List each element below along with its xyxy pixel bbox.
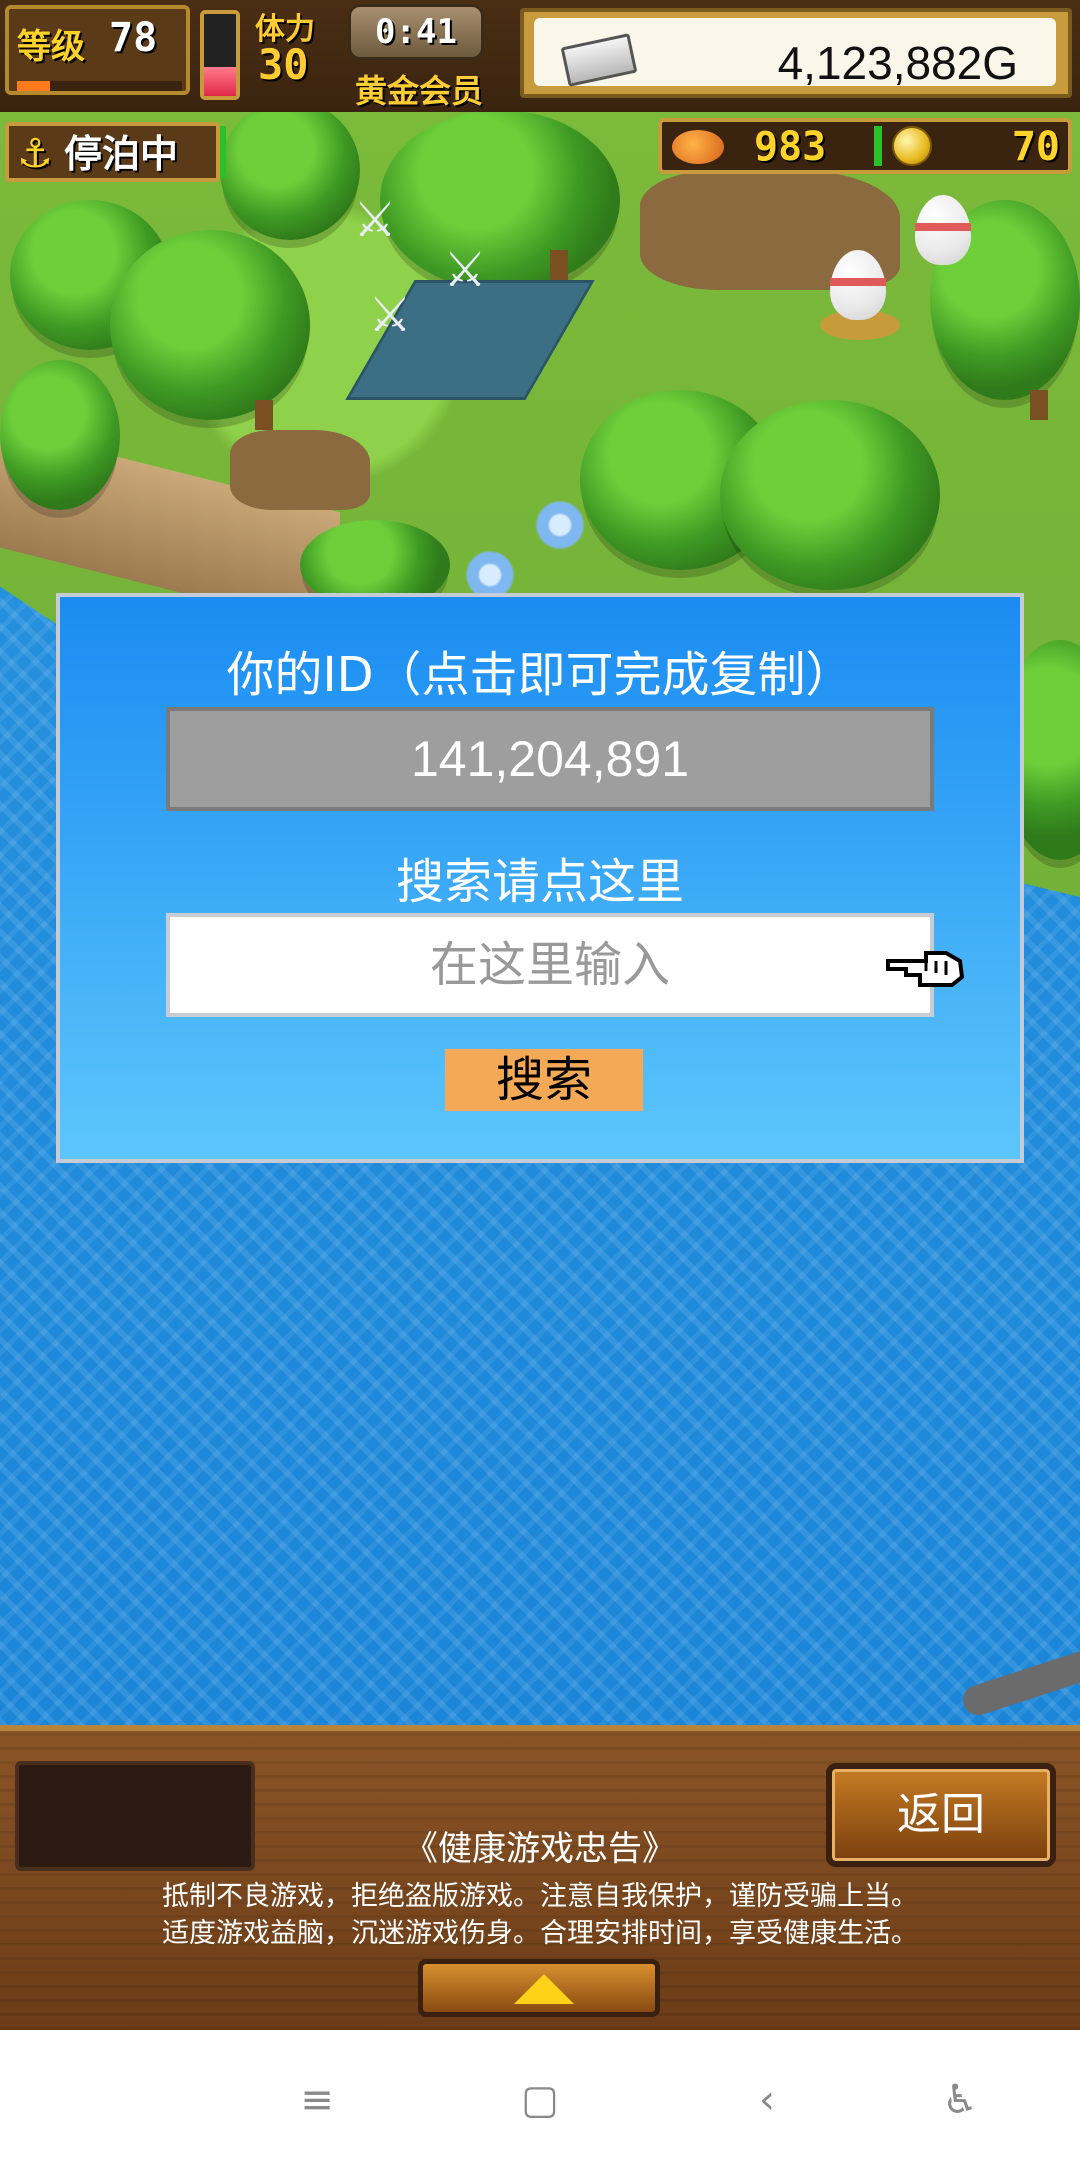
menu-icon[interactable]: ≡ xyxy=(287,2070,347,2130)
silver-bar-icon xyxy=(560,33,638,87)
system-navigation-bar: ≡ ▢ ‹ ♿ xyxy=(0,2030,1080,2160)
level-progress-fill xyxy=(17,81,50,91)
blue-flower xyxy=(525,490,595,560)
stamina-value: 30 xyxy=(258,40,309,89)
membership-badge[interactable]: 黄金会员 xyxy=(355,66,483,112)
coin-count: 70 xyxy=(1011,124,1060,170)
tree xyxy=(0,360,120,510)
level-label: 等级 xyxy=(17,27,85,67)
health-advice-line: 适度游戏益脑，沉迷游戏伤身。合理安排时间，享受健康生活。 xyxy=(162,1918,918,1949)
home-icon[interactable]: ▢ xyxy=(510,2070,570,2130)
resource-separator xyxy=(874,126,882,166)
gold-panel-inner: 4,123,882G xyxy=(534,18,1056,89)
health-advice-title: 《健康游戏忠告》 xyxy=(404,1829,676,1869)
level-panel: 等级 78 xyxy=(5,5,190,95)
tree-trunk xyxy=(255,400,273,430)
medal-coin-icon xyxy=(892,126,932,166)
accessibility-icon[interactable]: ♿ xyxy=(930,2070,990,2130)
tree-trunk xyxy=(1030,390,1048,420)
anchor-icon: ⚓ xyxy=(17,131,53,177)
level-progress-bar xyxy=(17,81,182,91)
tree xyxy=(380,110,620,290)
status-indicator xyxy=(220,126,226,178)
fish-count: 983 xyxy=(754,124,827,170)
health-advice-line: 抵制不良游戏，拒绝盗版游戏。注意自我保护，谨防受骗上当。 xyxy=(162,1881,918,1912)
arrow-up-icon xyxy=(514,1974,574,2004)
rock-pile xyxy=(230,430,370,510)
user-id-copy-field[interactable]: 141,204,891 xyxy=(166,707,934,811)
docked-status-badge[interactable]: ⚓ 停泊中 xyxy=(5,122,226,182)
expand-menu-button[interactable] xyxy=(418,1959,660,2017)
level-value: 78 xyxy=(109,15,158,61)
search-button[interactable]: 搜索 xyxy=(445,1049,643,1111)
gold-panel[interactable]: 4,123,882G xyxy=(520,8,1072,98)
bottom-bar: 返回 《健康游戏忠告》 抵制不良游戏，拒绝盗版游戏。注意自我保护，谨防受骗上当。… xyxy=(0,1725,1080,2030)
stamina-timer: 0:41 xyxy=(348,4,484,60)
stamina-gauge-fill xyxy=(204,67,236,96)
docked-status-text: 停泊中 xyxy=(64,132,179,176)
tree xyxy=(220,100,360,240)
search-title: 搜索请点这里 xyxy=(395,854,684,910)
stamina-gauge xyxy=(200,10,240,100)
tree-trunk xyxy=(550,250,568,280)
crossed-swords-icon: ⚔ xyxy=(353,192,397,248)
search-input[interactable] xyxy=(166,913,934,1017)
crossed-swords-icon: ⚔ xyxy=(443,242,487,298)
fish-icon xyxy=(672,130,724,164)
friend-search-dialog: 你的ID（点击即可完成复制） 141,204,891 搜索请点这里 搜索 xyxy=(56,593,1024,1163)
resource-bar: 983 70 xyxy=(658,118,1072,174)
crossed-swords-icon: ⚔ xyxy=(368,287,412,343)
tree xyxy=(110,230,310,420)
id-title: 你的ID（点击即可完成复制） xyxy=(226,647,854,703)
pointing-hand-icon xyxy=(886,951,965,987)
back-icon[interactable]: ‹ xyxy=(737,2070,797,2130)
gold-amount: 4,123,882G xyxy=(777,37,1018,89)
tree xyxy=(720,400,940,590)
